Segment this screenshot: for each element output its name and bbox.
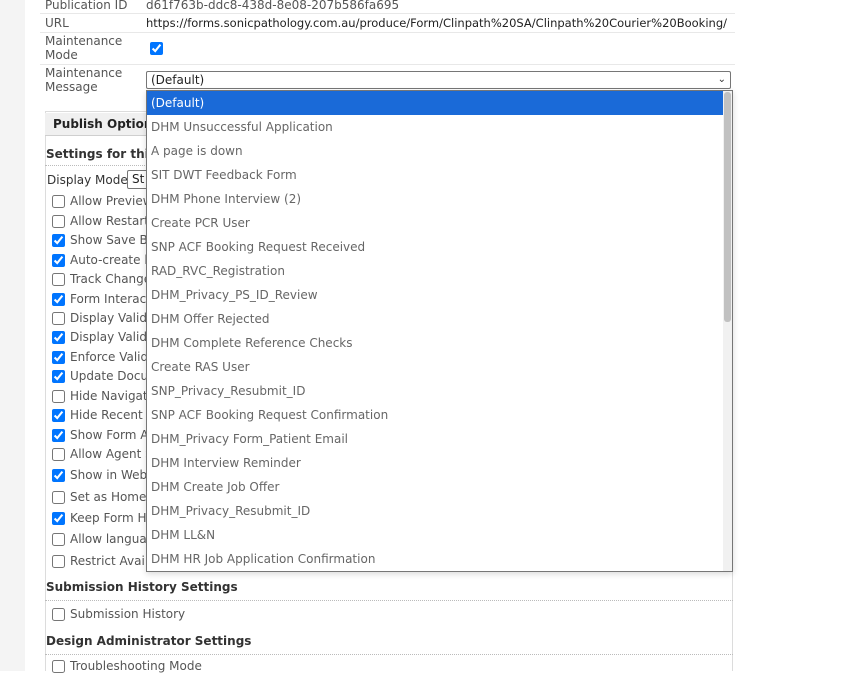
publication-id-value: d61f763b-ddc8-438d-8e08-207b586fa695	[146, 0, 400, 12]
publish-option-label: Display Valida	[70, 330, 155, 344]
submission-history-rule	[45, 600, 733, 601]
publish-option-label: Enforce Valid	[70, 350, 149, 364]
publication-id-label: Publication ID	[45, 0, 128, 12]
publish-option-label: Restrict Avail	[70, 554, 149, 568]
publish-option-checkbox[interactable]	[52, 555, 65, 568]
publish-option-label: Show Save Bu	[70, 233, 156, 247]
publish-option-checkbox[interactable]	[52, 370, 65, 383]
publish-option-checkbox[interactable]	[52, 312, 65, 325]
publish-option-label: Auto-create l	[70, 253, 148, 267]
publish-option-label: Show in Web	[70, 468, 148, 482]
publish-option-label: Display Valida	[70, 311, 155, 325]
maintenance-mode-label: Maintenance Mode	[45, 34, 122, 62]
maintenance-mode-checkbox[interactable]	[150, 42, 163, 55]
dropdown-option[interactable]: SNP ACF Booking Request Confirmation	[147, 403, 724, 427]
dropdown-option[interactable]: SIT DWT Feedback Form	[147, 163, 724, 187]
publish-option-checkbox[interactable]	[52, 469, 65, 482]
dropdown-option[interactable]: RAD_RVC_Registration	[147, 259, 724, 283]
chevron-down-icon: ⌄	[717, 74, 726, 85]
dropdown-option[interactable]: Create RAS User	[147, 355, 724, 379]
publish-option-checkbox[interactable]	[52, 234, 65, 247]
dropdown-option[interactable]: DHM_Privacy Form_Patient Email	[147, 427, 724, 451]
publish-option-label: Set as Home	[70, 490, 147, 504]
publish-option-checkbox[interactable]	[52, 448, 65, 461]
dropdown-option[interactable]: DHM Phone Interview (2)	[147, 187, 724, 211]
publish-option-checkbox[interactable]	[52, 273, 65, 286]
dropdown-option[interactable]: DHM_Privacy_Resubmit_ID	[147, 499, 724, 523]
submission-history-title: Submission History Settings	[46, 580, 238, 594]
troubleshooting-mode-checkbox[interactable]	[52, 660, 65, 673]
left-gutter	[0, 0, 25, 671]
dropdown-option[interactable]: A page is down	[147, 139, 724, 163]
submission-history-label: Submission History	[70, 607, 186, 621]
dropdown-scrollbar[interactable]	[723, 91, 732, 571]
publish-option-checkbox[interactable]	[52, 351, 65, 364]
publish-option-label: Track Change	[70, 272, 152, 286]
publish-option-label: Hide Recent F	[70, 408, 154, 422]
publish-option-label: Keep Form Hi	[70, 511, 150, 525]
submission-history-checkbox[interactable]	[52, 608, 65, 621]
dropdown-option[interactable]: (Default)	[147, 91, 724, 115]
publish-option-checkbox[interactable]	[52, 215, 65, 228]
publish-option-checkbox[interactable]	[52, 491, 65, 504]
publish-option-checkbox[interactable]	[52, 195, 65, 208]
maintenance-message-label: Maintenance Message	[45, 66, 122, 94]
publish-option-label: Show Form A	[70, 428, 149, 442]
publish-option-checkbox[interactable]	[52, 533, 65, 546]
maintenance-mode-label-line1: Maintenance	[45, 34, 123, 48]
publish-option-checkbox[interactable]	[52, 254, 65, 267]
url-label: URL	[45, 16, 69, 30]
maintenance-message-selected-value: (Default)	[151, 73, 205, 87]
publication-id-row: Publication ID d61f763b-ddc8-438d-8e08-2…	[40, 0, 735, 14]
publish-option-checkbox[interactable]	[52, 512, 65, 525]
maintenance-message-dropdown-list[interactable]: DHM HR Job Application Confirmation DHM L…	[146, 90, 733, 572]
publish-option-checkbox[interactable]	[52, 409, 65, 422]
maintenance-message-label-line2: Message	[45, 80, 98, 94]
dropdown-option[interactable]: DHM HR Job Application Confirmation	[147, 547, 724, 571]
publish-option-checkbox[interactable]	[52, 331, 65, 344]
publish-option-label: Allow Agent S	[70, 447, 153, 461]
url-value: https://forms.sonicpathology.com.au/prod…	[146, 16, 727, 30]
publish-option-checkbox[interactable]	[52, 390, 65, 403]
dropdown-scrollbar-thumb[interactable]	[724, 92, 731, 322]
publish-option-label: Allow Preview	[70, 194, 153, 208]
maintenance-message-select[interactable]: (Default) ⌄	[146, 71, 731, 89]
dropdown-option[interactable]: SNP_Privacy_Resubmit_ID	[147, 379, 724, 403]
dropdown-option[interactable]: DHM Complete Reference Checks	[147, 331, 724, 355]
display-mode-label: Display Mode	[47, 173, 128, 187]
dropdown-option[interactable]: DHM Create Job Offer	[147, 475, 724, 499]
maintenance-mode-label-line2: Mode	[45, 48, 78, 62]
design-admin-title: Design Administrator Settings	[46, 634, 252, 648]
url-row: URL https://forms.sonicpathology.com.au/…	[40, 14, 735, 33]
dropdown-option[interactable]: SNP ACF Booking Request Received	[147, 235, 724, 259]
dropdown-option[interactable]: DHM Offer Rejected	[147, 307, 724, 331]
dropdown-option[interactable]: Create PCR User	[147, 211, 724, 235]
publish-option-checkbox[interactable]	[52, 429, 65, 442]
publish-option-label: Allow languag	[70, 532, 155, 546]
dropdown-option[interactable]: DHM_Privacy_PS_ID_Review	[147, 283, 724, 307]
dropdown-option[interactable]: DHM Interview Reminder	[147, 451, 724, 475]
dropdown-option[interactable]: DHM LL&N	[147, 523, 724, 547]
publish-option-label: Form Interact	[70, 292, 151, 306]
maintenance-message-label-line1: Maintenance	[45, 66, 123, 80]
publish-option-label: Allow Restart	[70, 214, 149, 228]
tab-publish-options-label: Publish Options	[53, 117, 160, 131]
publish-option-checkbox[interactable]	[52, 293, 65, 306]
maintenance-mode-row: Maintenance Mode	[40, 33, 735, 65]
publish-option-label: Hide Navigati	[70, 389, 151, 403]
dropdown-option[interactable]: DHM Unsuccessful Application	[147, 115, 724, 139]
publish-option-label: Update Docu	[70, 369, 149, 383]
design-admin-rule	[45, 654, 733, 655]
